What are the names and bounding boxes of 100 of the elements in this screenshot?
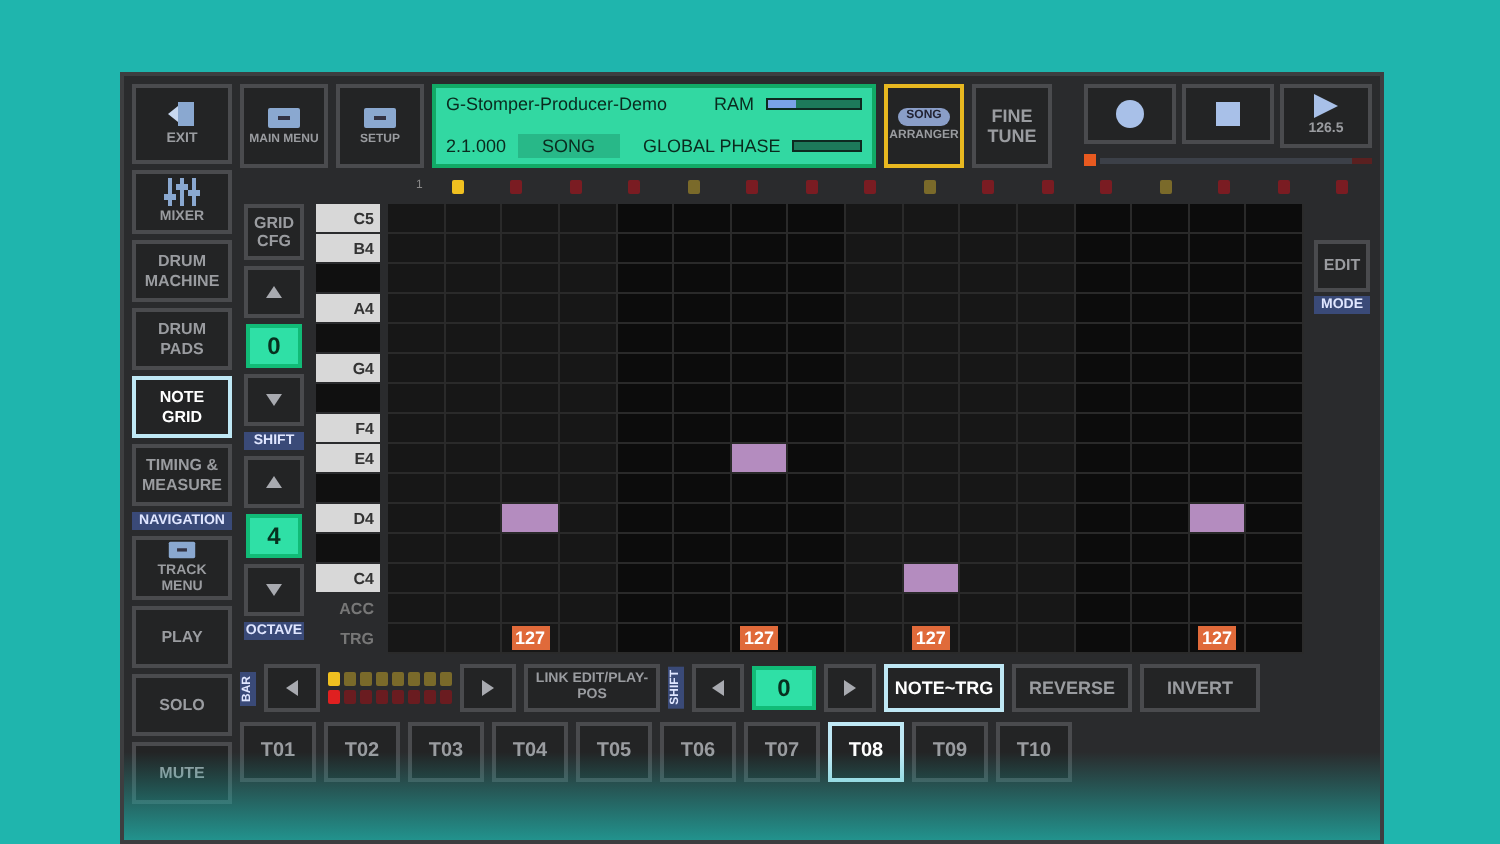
step-cell[interactable] [617, 234, 675, 264]
piano-key[interactable]: C4 [316, 564, 380, 594]
step-cell[interactable] [788, 624, 846, 654]
step-cell[interactable] [1132, 204, 1190, 234]
velocity-value[interactable]: 127 [1198, 626, 1237, 650]
step-cell[interactable] [1017, 264, 1075, 294]
step-cell[interactable] [903, 594, 961, 624]
step-cell[interactable] [1075, 504, 1133, 534]
piano-key[interactable] [316, 324, 380, 354]
sidebar-button[interactable]: DRUM PADS [132, 308, 232, 370]
step-cell[interactable] [445, 474, 503, 504]
stop-button[interactable] [1182, 84, 1274, 144]
step-cell[interactable] [674, 504, 732, 534]
step-cell[interactable] [1017, 294, 1075, 324]
shift-right-button[interactable] [824, 664, 876, 712]
note-block[interactable] [731, 444, 789, 474]
step-cell[interactable] [1075, 564, 1133, 594]
step-cell[interactable] [1246, 354, 1304, 384]
step-cell[interactable] [617, 414, 675, 444]
action-button[interactable]: NOTE~TRG [884, 664, 1004, 712]
next-bar-button[interactable] [460, 664, 516, 712]
step-cell[interactable] [1246, 414, 1304, 444]
step-cell[interactable] [788, 474, 846, 504]
step-cell[interactable] [1132, 474, 1190, 504]
step-cell[interactable] [502, 594, 560, 624]
step-cell[interactable] [1075, 534, 1133, 564]
step-cell[interactable] [617, 264, 675, 294]
velocity-value[interactable]: 127 [511, 626, 550, 650]
track-button[interactable]: T10 [996, 722, 1072, 782]
step-cell[interactable] [1075, 204, 1133, 234]
action-button[interactable]: REVERSE [1012, 664, 1132, 712]
piano-key[interactable]: G4 [316, 354, 380, 384]
step-cell[interactable] [1246, 534, 1304, 564]
step-cell[interactable] [846, 594, 904, 624]
step-cell[interactable] [674, 294, 732, 324]
step-cell[interactable] [1132, 234, 1190, 264]
step-cell[interactable] [788, 294, 846, 324]
action-button[interactable]: INVERT [1140, 664, 1260, 712]
step-cell[interactable] [1132, 624, 1190, 654]
piano-key[interactable] [316, 534, 380, 564]
step-cell[interactable] [731, 354, 789, 384]
step-cell[interactable] [1075, 354, 1133, 384]
step-cell[interactable] [788, 264, 846, 294]
octave-down-button[interactable] [244, 564, 304, 616]
step-cell[interactable] [1017, 474, 1075, 504]
step-cell[interactable] [674, 264, 732, 294]
step-cell[interactable] [1017, 234, 1075, 264]
step-cell[interactable] [1246, 204, 1304, 234]
step-cell[interactable] [731, 474, 789, 504]
step-cell[interactable] [1132, 324, 1190, 354]
step-cell[interactable] [617, 324, 675, 354]
step-cell[interactable] [1246, 624, 1304, 654]
note-block[interactable] [502, 504, 560, 534]
previous-bar-button[interactable] [264, 664, 320, 712]
step-cell[interactable] [1075, 444, 1133, 474]
step-cell[interactable] [674, 414, 732, 444]
step-cell[interactable] [674, 354, 732, 384]
step-cell[interactable] [617, 294, 675, 324]
sidebar-button[interactable]: DRUM MACHINE [132, 240, 232, 302]
step-cell[interactable] [1246, 594, 1304, 624]
piano-key[interactable]: E4 [316, 444, 380, 474]
step-cell[interactable] [788, 444, 846, 474]
step-cell[interactable] [846, 204, 904, 234]
step-cell[interactable] [1189, 264, 1247, 294]
step-cell[interactable] [1017, 414, 1075, 444]
piano-key[interactable]: B4 [316, 234, 380, 264]
shift-up-button[interactable] [244, 266, 304, 318]
step-cell[interactable] [617, 594, 675, 624]
step-cell[interactable] [731, 234, 789, 264]
step-cell[interactable] [1189, 594, 1247, 624]
step-cell[interactable] [1246, 444, 1304, 474]
track-button[interactable]: T07 [744, 722, 820, 782]
step-cell[interactable] [502, 534, 560, 564]
fine-tune-button[interactable]: FINE TUNE [972, 84, 1052, 168]
step-cell[interactable] [559, 354, 617, 384]
step-cell[interactable] [1189, 384, 1247, 414]
shift-down-button[interactable] [244, 374, 304, 426]
step-cell[interactable] [445, 504, 503, 534]
step-cell[interactable] [1189, 474, 1247, 504]
step-cell[interactable] [1132, 264, 1190, 294]
step-cell[interactable] [674, 474, 732, 504]
step-cell[interactable] [559, 234, 617, 264]
step-cell[interactable] [617, 624, 675, 654]
step-cell[interactable] [1189, 534, 1247, 564]
step-cell[interactable] [674, 444, 732, 474]
step-cell[interactable] [1246, 234, 1304, 264]
step-cell[interactable] [731, 504, 789, 534]
step-cell[interactable] [1246, 324, 1304, 354]
step-cell[interactable] [1189, 294, 1247, 324]
step-cell[interactable] [846, 354, 904, 384]
step-cell[interactable] [731, 534, 789, 564]
step-cell[interactable] [731, 564, 789, 594]
step-cell[interactable] [846, 294, 904, 324]
step-cell[interactable] [1189, 234, 1247, 264]
step-cell[interactable] [1189, 324, 1247, 354]
step-cell[interactable] [788, 504, 846, 534]
step-cell[interactable] [1017, 534, 1075, 564]
velocity-value[interactable]: 127 [740, 626, 779, 650]
step-cell[interactable] [846, 534, 904, 564]
piano-key[interactable] [316, 264, 380, 294]
